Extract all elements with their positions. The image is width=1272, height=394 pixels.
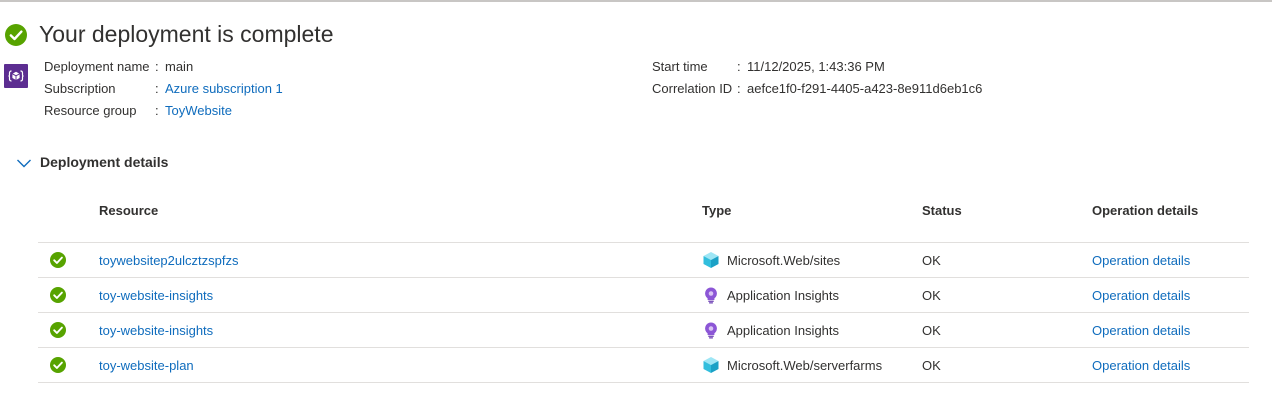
success-check-icon [50,287,66,303]
success-check-icon [50,252,66,268]
resource-type: Application Insights [727,288,840,303]
operation-details-link[interactable]: Operation details [1092,323,1190,338]
success-check-icon [50,357,66,373]
deployment-details-label: Deployment details [40,154,169,170]
separator: : [155,103,159,118]
server-farms-icon [703,357,719,373]
column-header-resource[interactable]: Resource [99,203,158,218]
deployment-name-label: Deployment name [44,59,150,74]
application-insights-icon [705,287,717,304]
column-header-operation-details[interactable]: Operation details [1092,203,1198,218]
resource-status: OK [922,323,941,338]
separator: : [155,59,159,74]
column-header-status[interactable]: Status [922,203,962,218]
resource-group-link[interactable]: ToyWebsite [165,103,232,118]
row-divider [38,382,1249,383]
resource-status: OK [922,358,941,373]
table-row: toywebsitep2ulcztzspfzs Microsoft.Web/si… [38,243,1249,278]
success-check-icon [50,322,66,338]
resource-link[interactable]: toy-website-plan [99,358,194,373]
resource-status: OK [922,288,941,303]
table-row: toy-website-insights Application Insight… [38,313,1249,348]
resource-type: Microsoft.Web/serverfarms [727,358,883,373]
page-title: Your deployment is complete [39,21,334,47]
start-time-label: Start time [652,59,708,74]
correlation-id-value: aefce1f0-f291-4405-a423-8e911d6eb1c6 [747,81,983,96]
column-header-type[interactable]: Type [702,203,731,218]
separator: : [737,59,741,74]
web-sites-icon [703,252,719,268]
subscription-label: Subscription [44,81,116,96]
operation-details-link[interactable]: Operation details [1092,288,1190,303]
separator: : [737,81,741,96]
separator: : [155,81,159,96]
resource-link[interactable]: toywebsitep2ulcztzspfzs [99,253,238,268]
subscription-link[interactable]: Azure subscription 1 [165,81,283,96]
success-check-icon [5,24,27,46]
resource-link[interactable]: toy-website-insights [99,323,213,338]
deployment-icon [4,64,28,88]
resource-status: OK [922,253,941,268]
top-border [0,0,1272,2]
table-row: toy-website-insights Application Insight… [38,278,1249,313]
resource-type: Microsoft.Web/sites [727,253,841,268]
application-insights-icon [705,322,717,339]
chevron-down-icon [17,159,31,168]
start-time-value: 11/12/2025, 1:43:36 PM [747,59,885,74]
correlation-id-label: Correlation ID [652,81,733,96]
table-row: toy-website-plan Microsoft.Web/serverfar… [38,348,1249,383]
resource-link[interactable]: toy-website-insights [99,288,213,303]
operation-details-link[interactable]: Operation details [1092,358,1190,373]
resource-group-label: Resource group [44,103,137,118]
resource-type: Application Insights [727,323,840,338]
operation-details-link[interactable]: Operation details [1092,253,1190,268]
deployment-name-value: main [165,59,194,74]
